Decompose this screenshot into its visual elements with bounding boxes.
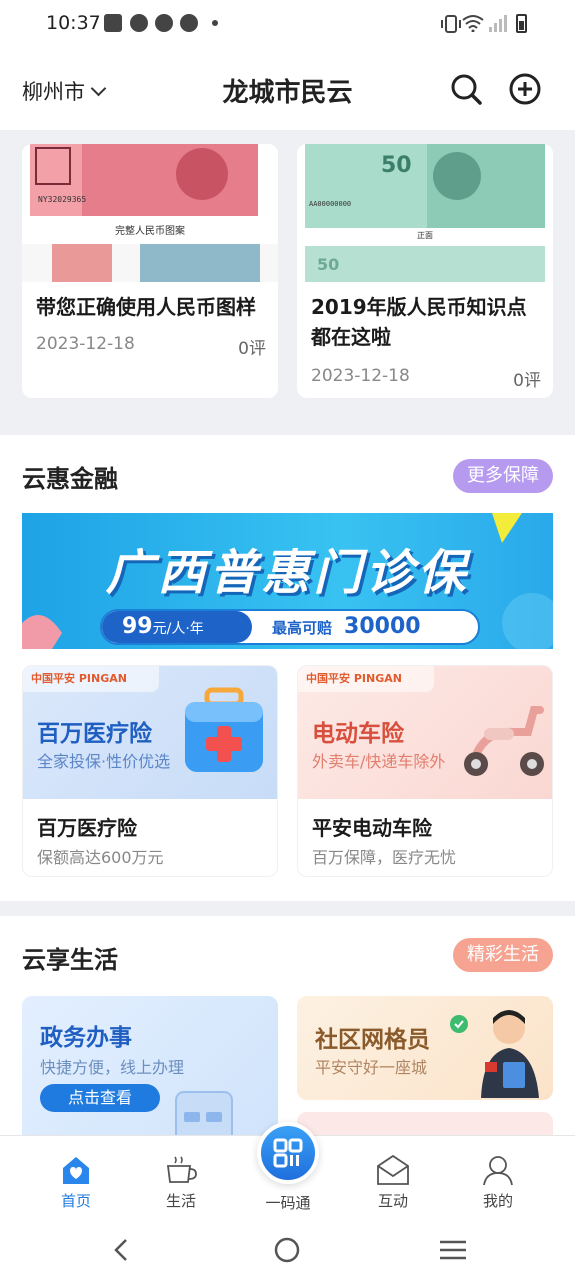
app-notification-icon — [130, 14, 148, 32]
app-header: 柳州市 龙城市民云 — [0, 50, 575, 130]
system-nav-bar — [0, 1225, 575, 1280]
insurance-tagline: 外卖车/快递车除外 — [312, 752, 446, 771]
news-title: 带您正确使用人民币图样 — [36, 295, 256, 319]
svg-text:50: 50 — [381, 153, 412, 178]
user-icon — [483, 1156, 513, 1186]
more-notifications-dot — [212, 20, 218, 26]
news-date: 2023-12-18 — [36, 334, 135, 354]
comment-count: 0评 — [238, 339, 266, 359]
nav-profile[interactable]: 我的 — [458, 1154, 538, 1211]
page-title: 龙城市民云 — [222, 78, 353, 108]
life-section: 云享生活 精彩生活 政务办事 快捷方便，线上办理 点击查看 社区网格员 平安守好… — [0, 916, 575, 1135]
image-caption: 正面 — [417, 231, 433, 240]
banner-offer: 99元/人·年 最高可赔 30000 — [100, 609, 480, 645]
nav-label[interactable]: 一码通 — [248, 1192, 328, 1213]
insurance-tagline: 全家投保·性价优选 — [37, 752, 171, 771]
main-content[interactable]: NY32029365 完整人民币图案 带您正确使用人民币图样 2023-12-1… — [0, 130, 575, 1135]
search-icon[interactable] — [449, 72, 483, 106]
nav-label: 首页 — [60, 1192, 91, 1210]
app-notification-icon — [180, 14, 198, 32]
insurance-name: 百万医疗险 — [37, 816, 137, 840]
scooter-icon — [464, 706, 544, 776]
home-circle-icon[interactable] — [274, 1237, 300, 1263]
life-card-partial[interactable] — [297, 1112, 553, 1135]
signal-icon — [489, 15, 507, 32]
section-title: 云享生活 — [22, 946, 118, 974]
home-icon — [63, 1157, 89, 1184]
more-life-button[interactable]: 精彩生活 — [453, 938, 553, 972]
banknote-image: 50 AA00000000 50 — [297, 144, 553, 282]
insurance-desc: 保额高达600万元 — [37, 848, 164, 867]
battery-icon — [516, 14, 527, 33]
promo-banner[interactable]: 广西普惠门诊保 99元/人·年 最高可赔 30000 — [22, 513, 553, 649]
qr-code-icon — [273, 1138, 303, 1168]
insurance-desc: 百万保障，医疗无忧 — [312, 848, 457, 867]
phone-illustration — [175, 1091, 233, 1135]
finance-section: 云惠金融 更多保障 广西普惠门诊保 99元/人·年 最高可赔 30000 中国平安… — [0, 435, 575, 901]
cup-icon — [166, 1156, 197, 1183]
grid-worker-illustration — [450, 1010, 539, 1098]
recent-apps-icon[interactable] — [440, 1239, 466, 1261]
nav-life[interactable]: 生活 — [141, 1154, 221, 1211]
svg-text:NY32029365: NY32029365 — [38, 195, 86, 204]
app-notification-icon — [155, 14, 173, 32]
brand-label: 中国平安 PINGAN — [298, 666, 434, 692]
insurance-name: 平安电动车险 — [312, 816, 432, 840]
government-services-card[interactable]: 政务办事 快捷方便，线上办理 点击查看 — [22, 996, 278, 1135]
more-insurance-button[interactable]: 更多保障 — [453, 459, 553, 493]
life-tagline: 平安守好一座城 — [315, 1058, 428, 1077]
nav-home[interactable]: 首页 — [36, 1154, 116, 1211]
nav-label: 生活 — [165, 1192, 196, 1210]
brand-label: 中国平安 PINGAN — [23, 666, 159, 692]
banner-max: 最高可赔 30000 — [272, 614, 421, 639]
mail-icon — [377, 1154, 409, 1185]
svg-text:50: 50 — [317, 255, 339, 274]
svg-text:AA00000000: AA00000000 — [309, 200, 351, 208]
notification-icon — [104, 14, 122, 32]
news-date: 2023-12-18 — [311, 366, 410, 386]
insurance-headline: 电动车险 — [312, 721, 404, 747]
insurance-card-ebike[interactable]: 中国平安 PINGAN 电动车险 外卖车/快递车除外 平安电动车险 百万保障，医… — [297, 665, 553, 877]
back-icon[interactable] — [108, 1237, 134, 1263]
banner-title: 广西普惠门诊保 — [105, 545, 470, 601]
add-icon[interactable] — [508, 72, 542, 106]
news-card[interactable]: 50 AA00000000 50 正面 2019年版人民币知识点都在这啦 202… — [297, 144, 553, 398]
comment-count: 0评 — [513, 371, 541, 391]
vibrate-icon — [441, 15, 461, 33]
banknote-image: NY32029365 — [22, 144, 278, 282]
life-tagline: 快捷方便，线上办理 — [40, 1058, 185, 1077]
life-headline: 社区网格员 — [315, 1027, 430, 1053]
nav-label: 互动 — [377, 1192, 408, 1210]
nav-interact[interactable]: 互动 — [353, 1154, 433, 1211]
insurance-headline: 百万医疗险 — [37, 721, 152, 747]
image-caption: 完整人民币图案 — [115, 226, 185, 237]
app-root: 10:37 柳州市 龙城市民云 NY32029365 完整人民币图案 带您正确使… — [0, 0, 575, 1280]
wifi-icon — [462, 15, 484, 32]
status-time: 10:37 — [46, 12, 101, 34]
qr-code-button[interactable] — [257, 1122, 319, 1184]
insurance-card-medical[interactable]: 中国平安 PINGAN 百万医疗险 全家投保·性价优选 百万医疗险 保额高达60… — [22, 665, 278, 877]
community-grid-card[interactable]: 社区网格员 平安守好一座城 — [297, 996, 553, 1100]
view-button[interactable]: 点击查看 — [40, 1084, 160, 1112]
life-headline: 政务办事 — [40, 1025, 132, 1051]
nav-label: 我的 — [482, 1192, 513, 1210]
medical-kit-icon — [185, 687, 263, 772]
status-bar: 10:37 — [0, 0, 575, 50]
section-title: 云惠金融 — [22, 465, 118, 493]
banner-price: 99元/人·年 — [102, 611, 252, 643]
news-card[interactable]: NY32029365 完整人民币图案 带您正确使用人民币图样 2023-12-1… — [22, 144, 278, 398]
bottom-nav: 首页 生活 一码通 互动 我的 — [0, 1122, 575, 1225]
news-title: 2019年版人民币知识点都在这啦 — [311, 295, 527, 349]
